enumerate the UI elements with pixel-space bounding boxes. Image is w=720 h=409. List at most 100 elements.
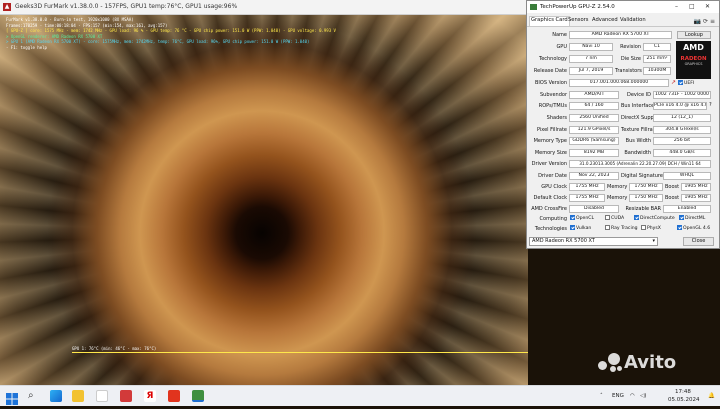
furmark-osd: FurMark v1.38.0.0 - Burn-in test, 1920x1…: [6, 17, 336, 51]
tab-sensors[interactable]: Sensors: [567, 17, 589, 23]
label-release-date: Release Date: [533, 68, 567, 74]
value-default-memory[interactable]: 1750 MHz: [629, 194, 663, 202]
value-default-boost[interactable]: 1905 MHz: [681, 194, 711, 202]
gpuz-taskbar-icon[interactable]: [192, 390, 204, 402]
lookup-button[interactable]: Lookup: [677, 31, 711, 39]
value-technology[interactable]: 7 nm: [569, 55, 613, 63]
checkbox-physx-box[interactable]: [641, 225, 646, 230]
value-bios-version[interactable]: 017.001.000.068.000000: [569, 79, 669, 87]
osd-line-gpuz: [ GPU-Z ] core: 1575 MHz - mem: 1742 MHz…: [6, 28, 336, 34]
checkbox-opencl-box[interactable]: [570, 215, 575, 220]
checkbox-opengl-box[interactable]: [677, 225, 682, 230]
furmark-titlebar[interactable]: ▲ Geeks3D FurMark v1.38.0.0 - 157FPS, GP…: [0, 0, 528, 15]
menu-icon[interactable]: ≡: [710, 18, 715, 25]
checkbox-vulkan-box[interactable]: [570, 225, 575, 230]
tab-graphics-card[interactable]: Graphics Card: [529, 16, 570, 26]
volume-icon[interactable]: ◁): [640, 393, 646, 399]
checkbox-directml[interactable]: DirectML: [679, 215, 705, 221]
label-technology: Technology: [538, 56, 567, 62]
value-gpu-clock[interactable]: 1755 MHz: [569, 183, 605, 191]
value-digital-signature[interactable]: WHQL: [663, 172, 711, 180]
value-bus-interface[interactable]: PCIe x16 4.0 @ x16 4.0: [653, 102, 707, 110]
checkbox-vulkan[interactable]: Vulkan: [570, 225, 591, 231]
checkbox-physx-label: PhysX: [647, 226, 661, 231]
yandex-icon[interactable]: Я: [144, 390, 156, 402]
value-resizable-bar[interactable]: Enabled: [663, 205, 711, 213]
value-pixel-fillrate[interactable]: 121.9 GPixel/s: [569, 126, 619, 134]
label-bus-interface: Bus Interface: [621, 103, 655, 109]
value-default-clock[interactable]: 1755 MHz: [569, 194, 605, 202]
tray-time[interactable]: 17:48: [675, 389, 691, 395]
app-icon-1[interactable]: [96, 390, 108, 402]
chevron-down-icon: ▾: [652, 238, 655, 244]
value-subvendor[interactable]: AMD/ATI: [569, 91, 619, 99]
value-bus-width[interactable]: 256 bit: [653, 137, 711, 145]
uefi-checkbox[interactable]: UEFI: [678, 80, 694, 86]
start-windows-icon[interactable]: [6, 390, 18, 405]
camera-icon[interactable]: 📷: [694, 18, 701, 25]
furmark-taskbar-icon[interactable]: [168, 390, 180, 402]
value-directx-support[interactable]: 12 (12_1): [653, 114, 711, 122]
checkbox-ray-tracing-box[interactable]: [605, 225, 610, 230]
checkbox-vulkan-label: Vulkan: [576, 226, 592, 231]
value-gpu[interactable]: Navi 10: [569, 43, 613, 51]
checkbox-opengl[interactable]: OpenGL 4.6: [677, 225, 710, 231]
refresh-icon[interactable]: ⟳: [703, 18, 708, 25]
watermark-logo: Avito: [598, 352, 676, 373]
value-gpu-memory[interactable]: 1750 MHz: [629, 183, 663, 191]
value-shaders[interactable]: 2560 Unified: [569, 114, 619, 122]
value-transistors[interactable]: 10300M: [643, 67, 671, 75]
tray-language[interactable]: ENG: [612, 393, 624, 399]
label-pixel-fillrate: Pixel Fillrate: [537, 127, 567, 133]
tray-chevron-icon[interactable]: ˄: [600, 393, 603, 399]
value-amd-crossfire[interactable]: Disabled: [569, 205, 619, 213]
task-view-icon[interactable]: [50, 390, 62, 402]
value-driver-date[interactable]: Nov 22, 2023: [569, 172, 619, 180]
uefi-checkbox-box[interactable]: [678, 80, 683, 85]
notification-bell-icon[interactable]: 🔔: [708, 393, 715, 399]
value-memory-size[interactable]: 8192 MB: [569, 149, 619, 157]
value-rops-tmus[interactable]: 64 / 160: [569, 102, 619, 110]
checkbox-opencl[interactable]: OpenCL: [570, 215, 594, 221]
tab-advanced[interactable]: Advanced: [591, 17, 619, 23]
value-name[interactable]: AMD Radeon RX 5700 XT: [569, 31, 672, 39]
taskbar: ⌕ Я ˄ ENG ◠ ◁) 17:48 05.05.2024 🔔: [0, 385, 720, 406]
file-explorer-icon[interactable]: [72, 390, 84, 402]
wifi-icon[interactable]: ◠: [630, 393, 635, 399]
gpuz-tabs: Graphics Card Sensors Advanced Validatio…: [527, 15, 719, 27]
value-memory-type[interactable]: GDDR6 (Samsung): [569, 137, 619, 145]
label-computing: Computing: [539, 216, 567, 222]
value-bandwidth[interactable]: 448.0 GB/s: [653, 149, 711, 157]
checkbox-cuda[interactable]: CUDA: [605, 215, 624, 221]
minimize-icon[interactable]: –: [675, 3, 678, 10]
gpuz-titlebar[interactable]: TechPowerUp GPU-Z 2.54.0 – □ ✕: [527, 1, 719, 13]
value-revision[interactable]: C1: [643, 43, 671, 51]
tab-validation[interactable]: Validation: [619, 17, 647, 23]
checkbox-directcompute-box[interactable]: [634, 215, 639, 220]
search-icon[interactable]: ⌕: [28, 390, 40, 402]
checkbox-directml-box[interactable]: [679, 215, 684, 220]
checkbox-ray-tracing[interactable]: Ray Tracing: [605, 225, 638, 231]
value-driver-version[interactable]: 31.0.23013.3005 (Adrenalin 22.20.27.09) …: [569, 160, 711, 168]
checkbox-opencl-label: OpenCL: [576, 216, 595, 221]
value-gpu-boost[interactable]: 1905 MHz: [681, 183, 711, 191]
bios-share-icon[interactable]: ↗: [671, 79, 676, 86]
furmark-window: ▲ Geeks3D FurMark v1.38.0.0 - 157FPS, GP…: [0, 0, 528, 385]
checkbox-directcompute[interactable]: DirectCompute: [634, 215, 675, 221]
value-texture-fillrate[interactable]: 304.8 GTexel/s: [653, 126, 711, 134]
tray-date[interactable]: 05.05.2024: [668, 397, 700, 403]
maximize-icon[interactable]: □: [689, 3, 695, 10]
value-release-date[interactable]: Jul 7, 2019: [569, 67, 613, 75]
checkbox-physx[interactable]: PhysX: [641, 225, 661, 231]
label-gpu-clock: GPU Clock: [541, 184, 567, 190]
value-device-id[interactable]: 1002 731F - 1002 0000: [653, 91, 711, 99]
bus-help-icon[interactable]: ?: [709, 102, 712, 108]
gpu-select-dropdown[interactable]: AMD Radeon RX 5700 XT ▾: [529, 237, 658, 246]
checkbox-cuda-box[interactable]: [605, 215, 610, 220]
value-die-size[interactable]: 251 mm²: [643, 55, 671, 63]
gpuz-window-title: TechPowerUp GPU-Z 2.54.0: [540, 4, 615, 10]
app-icon-2[interactable]: [120, 390, 132, 402]
label-die-size: Die Size: [620, 56, 641, 62]
close-button[interactable]: Close: [683, 237, 714, 246]
close-icon[interactable]: ✕: [705, 3, 710, 10]
